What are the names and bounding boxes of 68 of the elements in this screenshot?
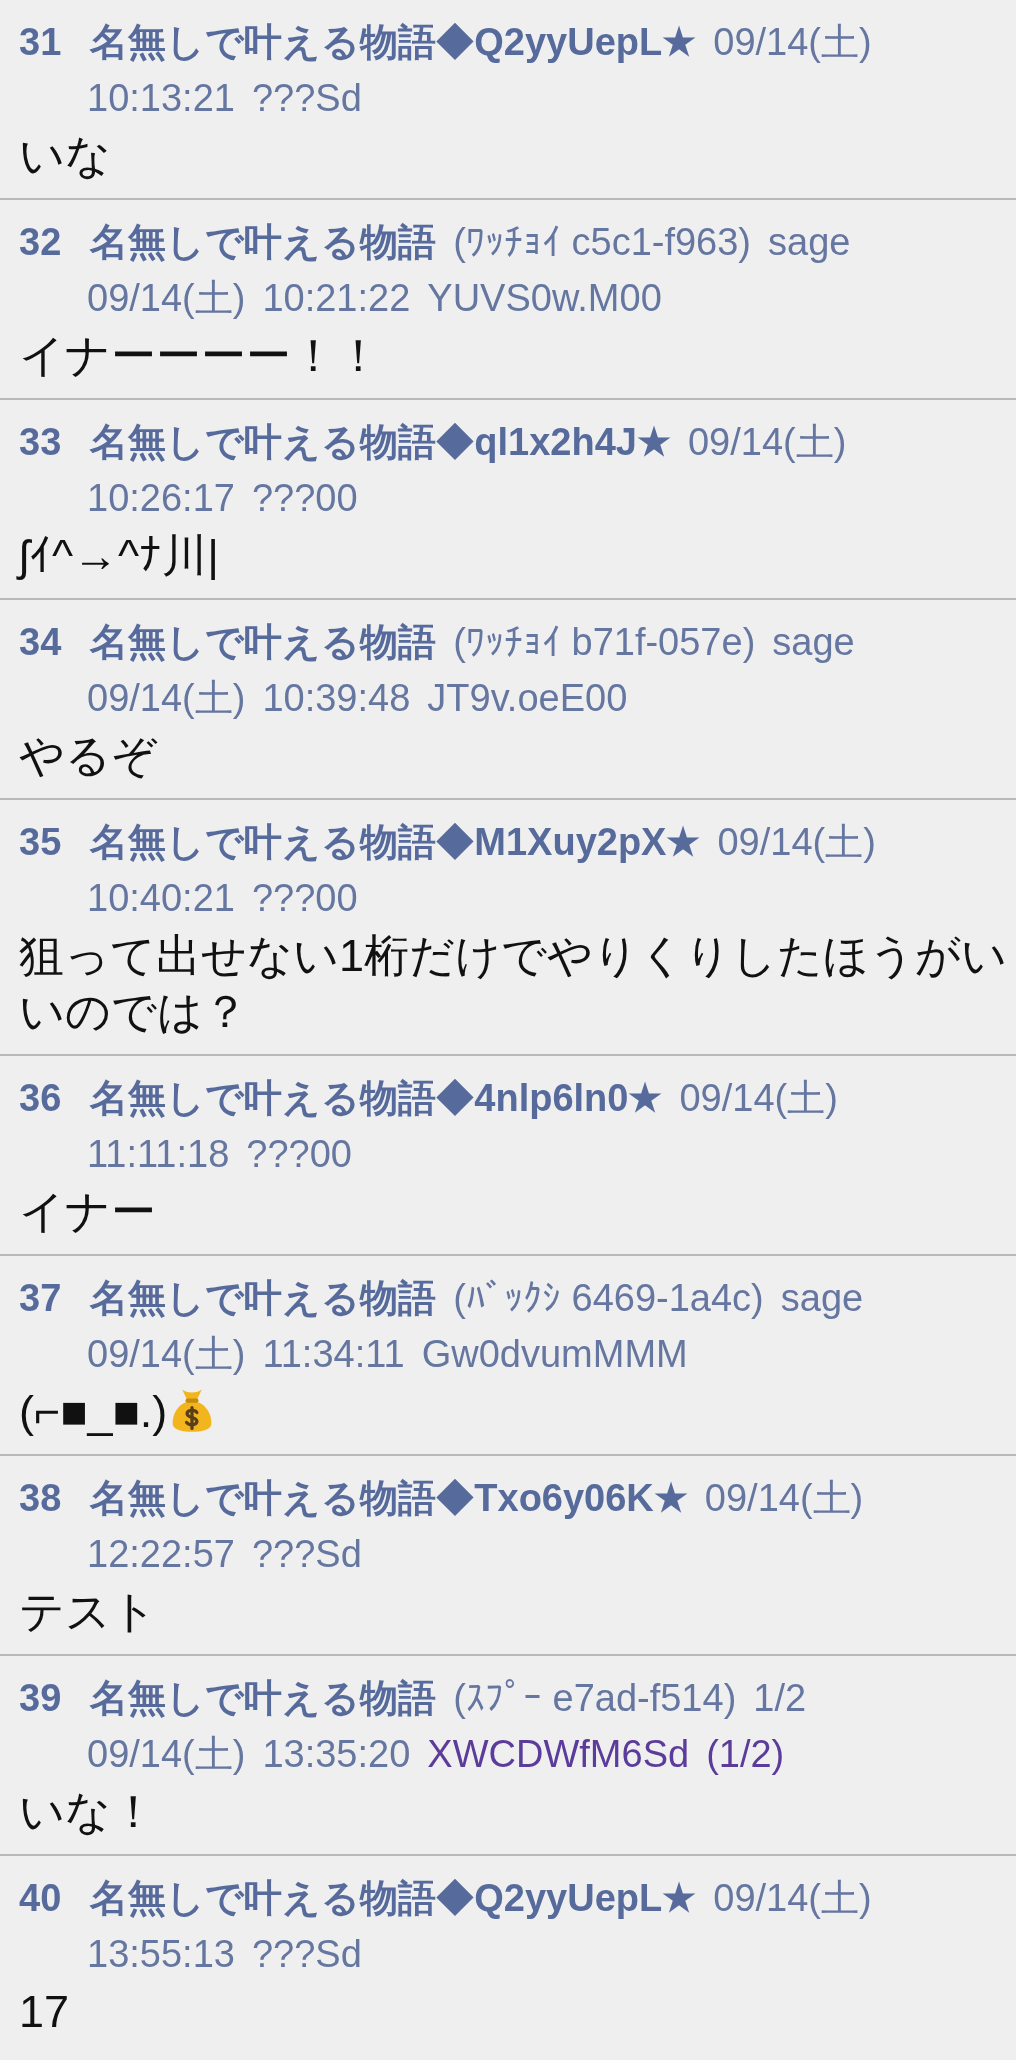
mail-field: sage: [772, 614, 855, 670]
poster-id[interactable]: ???Sd: [251, 1926, 362, 1982]
post-number[interactable]: 31: [19, 14, 62, 70]
post-date: 09/14(土): [87, 1332, 246, 1377]
post-time: 13:55:13: [87, 1932, 235, 1977]
poster-id[interactable]: ???Sd: [251, 70, 362, 126]
post-time: 10:26:17: [87, 476, 235, 521]
poster-id[interactable]: ???00: [246, 1126, 352, 1182]
post-text: いな: [19, 130, 111, 181]
poster-id[interactable]: JT9v.oeE00: [427, 670, 628, 726]
post-time: 10:13:21: [87, 76, 235, 121]
poster-tag: (ｽﾌﾟｰ e7ad-f514): [453, 1670, 737, 1726]
poster-name: 名無しで叶える物語: [90, 220, 437, 265]
post-text: やるぞ: [19, 730, 157, 781]
poster-tag: (ﾜｯﾁｮｲ c5c1-f963): [453, 214, 752, 270]
post-date: 09/14(土): [687, 420, 847, 465]
poster-id[interactable]: ???00: [251, 870, 358, 926]
post-time: 10:40:21: [87, 876, 235, 921]
post-text: イナー: [19, 1186, 156, 1237]
post-text: テスト: [19, 1586, 157, 1637]
post-date: 09/14(土): [87, 676, 246, 721]
post-text: 狙って出せない1桁だけでやりくりしたほうがいいのでは？: [19, 930, 1008, 1037]
poster-tag: (ﾊﾞｯｸｼ 6469-1a4c): [453, 1270, 764, 1326]
mail-field: 1/2: [753, 1670, 807, 1726]
post-text: いな！: [19, 1786, 156, 1837]
post-date: 09/14(土): [713, 20, 872, 65]
poster-name: 名無しで叶える物語◆ql1x2h4J★: [90, 420, 671, 465]
post-time: 12:22:57: [87, 1532, 235, 1577]
mail-field: sage: [768, 214, 851, 270]
post-number[interactable]: 34: [19, 614, 62, 670]
post-text: (⌐■_■.): [19, 1386, 168, 1437]
post-number[interactable]: 35: [19, 814, 62, 870]
poster-tag: (ﾜｯﾁｮｲ b71f-057e): [453, 614, 756, 670]
poster-name: 名無しで叶える物語◆Txo6y06K★: [90, 1476, 688, 1521]
post-number[interactable]: 37: [19, 1270, 62, 1326]
poster-name: 名無しで叶える物語◆Q2yyUepL★: [90, 1876, 697, 1921]
poster-name: 名無しで叶える物語◆M1Xuy2pX★: [90, 820, 701, 865]
post-text: イナーーーー！！: [19, 330, 381, 381]
mail-field: sage: [780, 1270, 864, 1326]
post-time: 11:11:18: [87, 1132, 230, 1177]
post-date: 09/14(土): [679, 1076, 838, 1121]
poster-name: 名無しで叶える物語◆4nlp6ln0★: [90, 1076, 663, 1121]
post-count: (1/2): [706, 1732, 785, 1777]
post-number[interactable]: 33: [19, 414, 62, 470]
poster-id[interactable]: Gw0dvumMMM: [421, 1326, 688, 1382]
post-time: 11:34:11: [262, 1332, 405, 1377]
post-number[interactable]: 39: [19, 1670, 62, 1726]
poster-id[interactable]: ???Sd: [251, 1526, 362, 1582]
poster-id[interactable]: XWCDWfM6Sd: [427, 1726, 690, 1782]
post-date: 09/14(土): [87, 276, 246, 321]
poster-id[interactable]: ???00: [251, 470, 358, 526]
post-date: 09/14(土): [717, 820, 876, 865]
poster-name: 名無しで叶える物語: [90, 1276, 437, 1321]
post-time: 10:21:22: [262, 276, 411, 321]
post-number[interactable]: 40: [19, 1870, 62, 1926]
post-text: 17: [19, 1986, 70, 2037]
post-time: 10:39:48: [262, 676, 411, 721]
post-time: 13:35:20: [262, 1732, 411, 1777]
poster-id[interactable]: YUVS0w.M00: [427, 270, 662, 326]
post-number[interactable]: 36: [19, 1070, 62, 1126]
post-date: 09/14(土): [87, 1732, 246, 1777]
poster-name: 名無しで叶える物語◆Q2yyUepL★: [90, 20, 697, 65]
post-number[interactable]: 38: [19, 1470, 62, 1526]
post-date: 09/14(土): [704, 1476, 864, 1521]
poster-name: 名無しで叶える物語: [90, 1676, 437, 1721]
post-number[interactable]: 32: [19, 214, 62, 270]
poster-name: 名無しで叶える物語: [90, 620, 437, 665]
post-date: 09/14(土): [713, 1876, 872, 1921]
